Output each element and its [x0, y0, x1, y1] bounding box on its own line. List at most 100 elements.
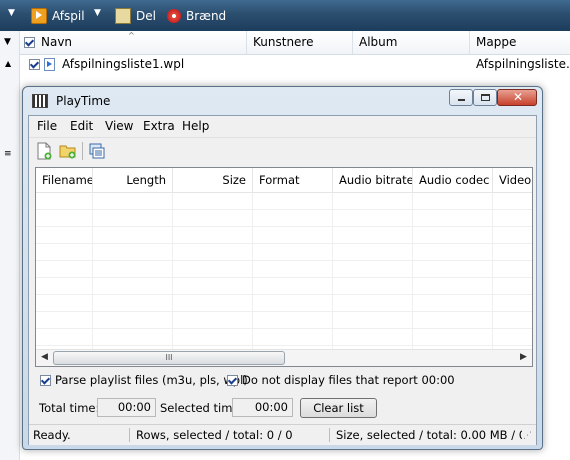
toolbar [29, 137, 536, 164]
scrollbar-thumb[interactable]: III [53, 351, 285, 365]
collapse-chevron-icon[interactable]: ▼ [4, 37, 11, 47]
file-list-header: Filename Length Size Format Audio bitrat… [36, 168, 532, 193]
column-name-label: Navn [41, 35, 73, 49]
background-toolbar: ▼ Afspil ▼ Del Brænd [0, 0, 570, 32]
status-ready: Ready. [33, 428, 71, 442]
select-all-checkbox[interactable] [24, 37, 35, 48]
columns-config-icon[interactable] [88, 142, 106, 160]
menu-bar: File Edit View Extra Help [29, 116, 536, 136]
grid-line [36, 243, 532, 244]
toolbar-separator [82, 142, 83, 160]
parse-playlist-label: Parse playlist files (m3u, pls, wpl) [55, 373, 248, 387]
grid-line [36, 209, 532, 210]
column-header-name[interactable]: Navn ^ [20, 31, 247, 54]
maximize-button[interactable] [473, 89, 497, 106]
column-album-label: Album [359, 35, 398, 49]
open-folder-icon[interactable] [59, 142, 77, 160]
scroll-left-icon[interactable]: ◀ [41, 352, 48, 362]
length-header-label: Length [126, 173, 166, 187]
column-artists-label: Kunstnere [253, 35, 314, 49]
menu-extra[interactable]: Extra [143, 119, 175, 133]
status-separator [329, 428, 330, 442]
size-header-label: Size [222, 173, 246, 187]
share-label: Del [136, 9, 156, 23]
scroll-right-icon[interactable]: ▶ [520, 352, 527, 362]
burn-disc-icon [167, 9, 181, 23]
grid-line [36, 311, 532, 312]
background-left-strip: ▼ ▲ ≡ [0, 31, 20, 460]
column-header-audio-codec[interactable]: Audio codec [413, 168, 493, 192]
splitter-grip-icon[interactable]: ≡ [4, 149, 11, 159]
parse-playlist-option[interactable]: Parse playlist files (m3u, pls, wpl) [40, 373, 248, 387]
play-label: Afspil [52, 9, 85, 23]
clear-list-button[interactable]: Clear list [300, 398, 377, 418]
menu-view[interactable]: View [105, 119, 133, 133]
resize-grip-icon[interactable]: ⋰ [523, 431, 532, 441]
app-icon [32, 94, 48, 108]
horizontal-scrollbar[interactable]: ◀ III ▶ [36, 349, 532, 366]
selected-time-field: 00:00 [232, 398, 293, 417]
window-client-area: File Edit View Extra Help Filename Lengt… [28, 115, 537, 445]
column-header-album[interactable]: Album [353, 31, 470, 54]
grid-line [36, 260, 532, 261]
grid-line [36, 294, 532, 295]
title-bar[interactable]: PlayTime ✕ [23, 87, 542, 115]
scrollbar-grip: III [165, 353, 173, 362]
column-header-filename[interactable]: Filename [36, 168, 93, 192]
status-bar: Ready. Rows, selected / total: 0 / 0 Siz… [29, 424, 536, 445]
parse-playlist-checkbox[interactable] [40, 374, 51, 386]
column-header-format[interactable]: Format [253, 168, 333, 192]
play-icon [31, 8, 47, 24]
column-header-folder[interactable]: Mappe [470, 31, 570, 54]
chevron-down-icon[interactable]: ▼ [8, 8, 15, 18]
menu-help[interactable]: Help [182, 119, 209, 133]
status-separator [129, 428, 130, 442]
window-title: PlayTime [56, 94, 111, 108]
menu-file[interactable]: File [37, 119, 57, 133]
hide-zero-duration-checkbox[interactable] [227, 374, 238, 386]
hide-zero-duration-option[interactable]: Do not display files that report 00:00 [227, 373, 455, 387]
row-folder: Afspilningsliste... [476, 57, 570, 71]
status-size: Size, selected / total: 0.00 MB / 0.00 M [336, 428, 522, 442]
close-button[interactable]: ✕ [497, 89, 537, 106]
background-column-header: Navn ^ Kunstnere Album Mappe [20, 31, 570, 55]
burn-button[interactable]: Brænd [167, 7, 226, 25]
scroll-up-icon[interactable]: ▲ [5, 59, 11, 68]
total-time-label: Total time: [39, 401, 100, 415]
menu-edit[interactable]: Edit [70, 119, 93, 133]
file-list[interactable]: Filename Length Size Format Audio bitrat… [35, 167, 533, 367]
column-header-length[interactable]: Length [93, 168, 173, 192]
total-time-field: 00:00 [97, 398, 156, 417]
playtime-window: PlayTime ✕ File Edit View Extra Help Fil… [22, 86, 543, 450]
row-checkbox[interactable] [29, 59, 40, 70]
column-header-artists[interactable]: Kunstnere [247, 31, 353, 54]
video-header-label: Video [499, 173, 532, 187]
burn-label: Brænd [186, 9, 227, 23]
playlist-file-icon [44, 58, 55, 71]
grid-line [36, 345, 532, 346]
table-row[interactable]: Afspilningsliste1.wpl Afspilningsliste..… [20, 55, 570, 74]
minimize-button[interactable] [449, 89, 473, 106]
close-icon: ✕ [513, 90, 524, 104]
grid-line [412, 192, 413, 350]
maximize-icon [481, 94, 490, 101]
row-name: Afspilningsliste1.wpl [62, 57, 185, 71]
grid-line [36, 328, 532, 329]
format-header-label: Format [259, 173, 300, 187]
new-list-icon[interactable] [35, 142, 53, 160]
grid-line [252, 192, 253, 350]
share-icon [115, 8, 131, 24]
audio-codec-header-label: Audio codec [419, 173, 490, 187]
minimize-icon [458, 99, 465, 101]
share-button[interactable]: Del [115, 7, 156, 25]
grid-line [172, 192, 173, 350]
hide-zero-duration-label: Do not display files that report 00:00 [242, 373, 455, 387]
column-header-size[interactable]: Size [173, 168, 253, 192]
filename-header-label: Filename [42, 173, 93, 187]
play-dropdown-chevron-icon[interactable]: ▼ [94, 8, 101, 18]
audio-bitrate-header-label: Audio bitrate [339, 173, 413, 187]
play-button[interactable]: Afspil [31, 7, 85, 25]
grid-line [492, 192, 493, 350]
column-header-audio-bitrate[interactable]: Audio bitrate [333, 168, 413, 192]
column-header-video[interactable]: Video [493, 168, 532, 192]
